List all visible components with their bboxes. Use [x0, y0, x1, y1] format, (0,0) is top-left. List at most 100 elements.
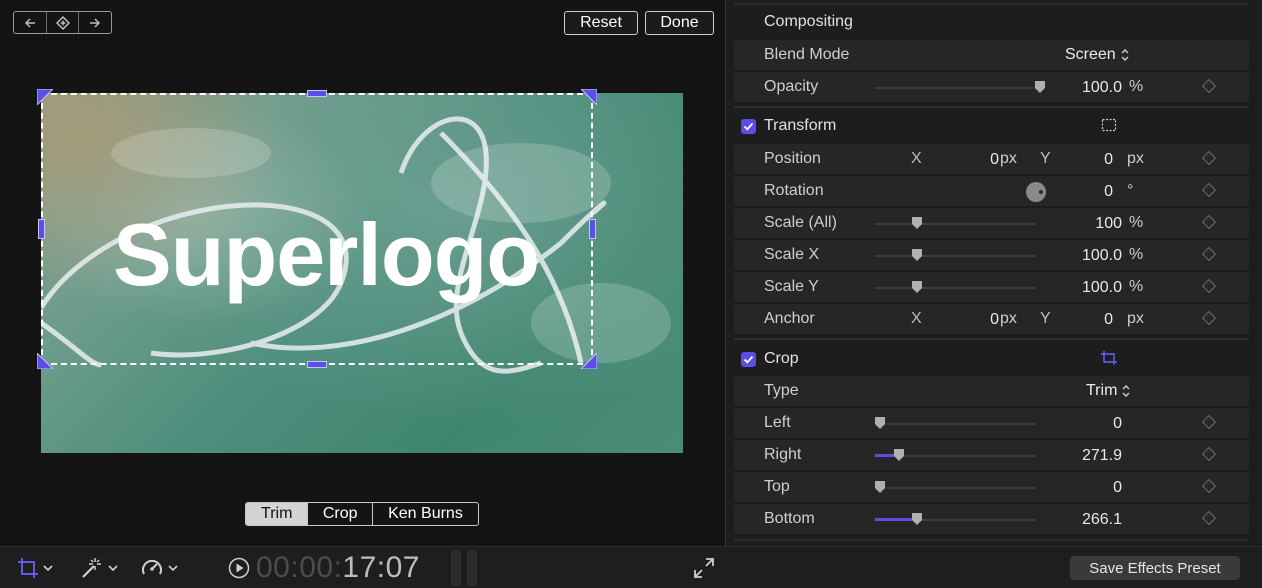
- scale-y-keyframe-icon[interactable]: [1201, 278, 1217, 294]
- position-label: Position: [764, 150, 821, 167]
- ken-burns-mode-button[interactable]: Ken Burns: [373, 503, 478, 525]
- transform-onscreen-control-icon[interactable]: [1101, 118, 1117, 132]
- anchor-keyframe-icon[interactable]: [1201, 310, 1217, 326]
- crop-top-slider-thumb[interactable]: [874, 480, 886, 494]
- enhance-menu[interactable]: [80, 555, 118, 581]
- scale-x-row: Scale X 100.0 %: [734, 240, 1249, 270]
- scale-all-value[interactable]: 100: [1095, 215, 1122, 233]
- chevron-updown-icon: [1121, 49, 1129, 61]
- crop-bottom-row: Bottom 266.1: [734, 504, 1249, 534]
- position-x-value[interactable]: 0: [990, 151, 999, 169]
- opacity-value[interactable]: 100.0: [1082, 79, 1122, 97]
- crop-corner-top-left-handle[interactable]: [37, 89, 53, 105]
- compositing-header[interactable]: Compositing: [734, 8, 1249, 36]
- arrow-left-icon: [24, 17, 35, 28]
- done-button[interactable]: Done: [645, 11, 714, 35]
- transform-header[interactable]: Transform: [734, 112, 1249, 140]
- scale-y-unit: %: [1129, 278, 1144, 295]
- scale-y-label: Scale Y: [764, 278, 819, 295]
- rotation-unit: °: [1127, 182, 1134, 199]
- previous-keyframe-button[interactable]: [14, 12, 47, 33]
- anchor-x-axis-label: X: [911, 310, 922, 327]
- scale-all-row: Scale (All) 100 %: [734, 208, 1249, 238]
- fullscreen-icon[interactable]: [693, 557, 715, 579]
- scale-y-row: Scale Y 100.0 %: [734, 272, 1249, 302]
- anchor-y-value[interactable]: 0: [1104, 311, 1113, 329]
- scale-all-slider-thumb[interactable]: [911, 216, 923, 230]
- retime-menu[interactable]: [140, 555, 178, 581]
- crop-left-slider-track[interactable]: [875, 423, 1036, 425]
- crop-tool-menu[interactable]: [17, 555, 53, 581]
- crop-corner-bottom-right-handle[interactable]: [581, 353, 597, 369]
- trim-mode-button[interactable]: Trim: [246, 503, 309, 525]
- checkmark-icon: [743, 122, 754, 131]
- crop-top-value[interactable]: 0: [1113, 479, 1122, 497]
- play-icon[interactable]: [228, 557, 250, 579]
- timecode-seconds-frames: 17:07: [342, 551, 420, 584]
- rotation-keyframe-icon[interactable]: [1201, 182, 1217, 198]
- crop-header[interactable]: Crop: [734, 345, 1249, 373]
- crop-type-value: Trim: [1086, 382, 1118, 399]
- add-keyframe-button[interactable]: [47, 12, 80, 33]
- scale-y-slider-track[interactable]: [875, 287, 1036, 289]
- rotation-row: Rotation 0 °: [734, 176, 1249, 206]
- scale-all-keyframe-icon[interactable]: [1201, 214, 1217, 230]
- blend-mode-popup[interactable]: Screen: [1065, 46, 1129, 64]
- crop-onscreen-control-icon[interactable]: [1100, 350, 1118, 366]
- crop-edge-left-handle[interactable]: [38, 219, 45, 239]
- crop-rectangle[interactable]: [41, 93, 593, 365]
- crop-corner-top-right-handle[interactable]: [581, 89, 597, 105]
- crop-edge-bottom-handle[interactable]: [307, 361, 327, 368]
- reset-button[interactable]: Reset: [564, 11, 638, 35]
- anchor-x-value[interactable]: 0: [990, 311, 999, 329]
- crop-left-keyframe-icon[interactable]: [1201, 414, 1217, 430]
- arrow-right-icon: [90, 17, 101, 28]
- crop-type-row: Type Trim: [734, 376, 1249, 406]
- scale-all-unit: %: [1129, 214, 1144, 231]
- scale-all-label: Scale (All): [764, 214, 837, 231]
- crop-right-keyframe-icon[interactable]: [1201, 446, 1217, 462]
- speed-retime-icon: [142, 559, 162, 575]
- crop-bottom-value[interactable]: 266.1: [1082, 511, 1122, 529]
- crop-edge-right-handle[interactable]: [589, 219, 596, 239]
- scale-x-slider-track[interactable]: [875, 255, 1036, 257]
- anchor-row: Anchor X 0 px Y 0 px: [734, 304, 1249, 334]
- crop-bottom-slider-thumb[interactable]: [911, 512, 923, 526]
- crop-edge-top-handle[interactable]: [307, 90, 327, 97]
- rotation-value[interactable]: 0: [1104, 183, 1113, 201]
- scale-y-slider-thumb[interactable]: [911, 280, 923, 294]
- scale-all-slider-track[interactable]: [875, 223, 1036, 225]
- crop-left-label: Left: [764, 414, 791, 431]
- opacity-slider-track[interactable]: [875, 87, 1036, 89]
- position-y-value[interactable]: 0: [1104, 151, 1113, 169]
- transform-checkbox[interactable]: [741, 118, 756, 134]
- scale-y-value[interactable]: 100.0: [1082, 279, 1122, 297]
- crop-mode-button[interactable]: Crop: [308, 503, 373, 525]
- crop-bottom-keyframe-icon[interactable]: [1201, 510, 1217, 526]
- keyframe-diamond-icon: [55, 15, 70, 30]
- section-separator: [734, 338, 1249, 340]
- crop-left-value[interactable]: 0: [1113, 415, 1122, 433]
- crop-right-slider-thumb[interactable]: [893, 448, 905, 462]
- opacity-keyframe-icon[interactable]: [1201, 78, 1217, 94]
- scale-x-slider-thumb[interactable]: [911, 248, 923, 262]
- crop-checkbox[interactable]: [741, 351, 756, 367]
- crop-left-slider-thumb[interactable]: [874, 416, 886, 430]
- rotation-dial-icon[interactable]: [1025, 181, 1047, 203]
- crop-corner-bottom-left-handle[interactable]: [37, 353, 53, 369]
- crop-top-keyframe-icon[interactable]: [1201, 478, 1217, 494]
- timecode-display[interactable]: 00:00: 17:07: [228, 551, 420, 584]
- crop-top-slider-track[interactable]: [875, 487, 1036, 489]
- opacity-label: Opacity: [764, 78, 819, 95]
- save-effects-preset-button[interactable]: Save Effects Preset: [1070, 556, 1240, 580]
- chevron-down-icon: [108, 565, 118, 572]
- scale-x-value[interactable]: 100.0: [1082, 247, 1122, 265]
- scale-x-keyframe-icon[interactable]: [1201, 246, 1217, 262]
- position-keyframe-icon[interactable]: [1201, 150, 1217, 166]
- next-keyframe-button[interactable]: [79, 12, 111, 33]
- crop-type-popup[interactable]: Trim: [1086, 382, 1130, 400]
- opacity-slider-thumb[interactable]: [1034, 80, 1046, 94]
- crop-right-value[interactable]: 271.9: [1082, 447, 1122, 465]
- crop-top-row: Top 0: [734, 472, 1249, 502]
- video-inspector: Compositing Blend Mode Screen Opacity 10…: [726, 0, 1262, 546]
